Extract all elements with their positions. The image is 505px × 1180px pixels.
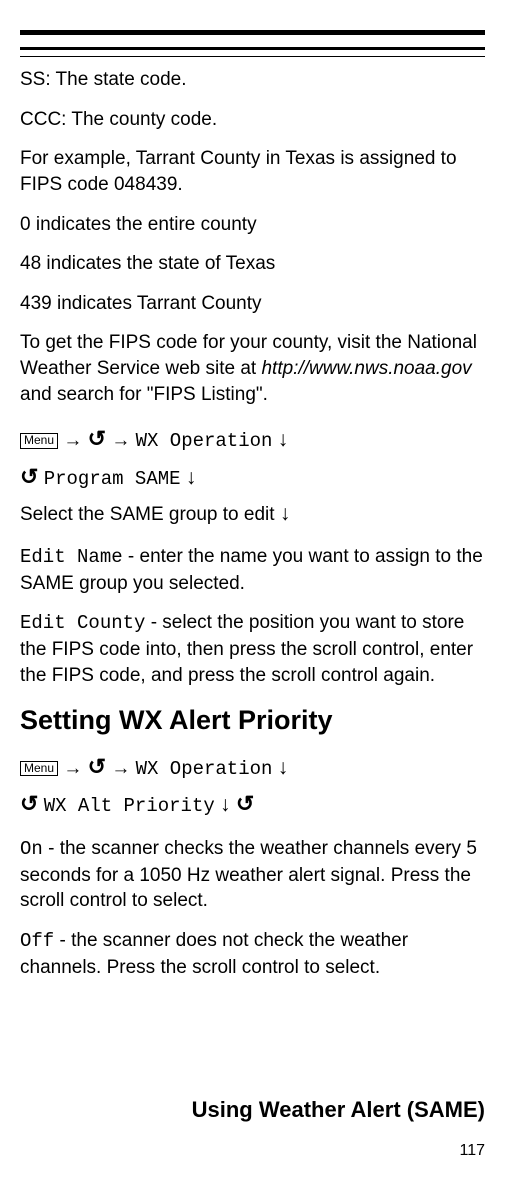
off-desc: - the scanner does not check the weather… <box>20 930 408 978</box>
nav-wx-operation: WX Operation <box>136 430 273 452</box>
edit-name-label: Edit Name <box>20 546 123 568</box>
arrow-down-icon: ↓ <box>220 793 231 816</box>
scroll-icon: ↺ <box>236 786 254 821</box>
para-ss: SS: The state code. <box>20 67 485 93</box>
para-off: Off - the scanner does not check the wea… <box>20 928 485 980</box>
para-fips-lookup: To get the FIPS code for your county, vi… <box>20 330 485 407</box>
arrow-down-icon: ↓ <box>280 502 291 525</box>
para-example: For example, Tarrant County in Texas is … <box>20 146 485 197</box>
nav-select-group: Select the SAME group to edit <box>20 504 275 525</box>
section-heading: Setting WX Alert Priority <box>20 702 485 738</box>
footer-title: Using Weather Alert (SAME) <box>192 1095 485 1125</box>
on-desc: - the scanner checks the weather channel… <box>20 838 477 911</box>
fips-text-b: and search for "FIPS Listing". <box>20 384 268 405</box>
arrow-down-icon: ↓ <box>278 428 289 451</box>
nav-sequence-1: Menu → ↺ → WX Operation ↓ ↺ Program SAME… <box>20 421 485 530</box>
para-on: On - the scanner checks the weather chan… <box>20 836 485 914</box>
top-rule-thin <box>20 56 485 57</box>
nav-program-same: Program SAME <box>44 468 181 490</box>
scroll-icon: ↺ <box>20 459 38 494</box>
nav-sequence-2: Menu → ↺ → WX Operation ↓ ↺ WX Alt Prior… <box>20 749 485 822</box>
arrow-right-icon: → <box>111 758 130 779</box>
nav-wx-operation-2: WX Operation <box>136 758 273 780</box>
arrow-right-icon: → <box>63 758 82 779</box>
para-48: 48 indicates the state of Texas <box>20 251 485 277</box>
menu-button-icon: Menu <box>20 761 58 776</box>
top-rule-mid <box>20 47 485 50</box>
para-zero: 0 indicates the entire county <box>20 212 485 238</box>
scroll-icon: ↺ <box>20 786 38 821</box>
para-439: 439 indicates Tarrant County <box>20 291 485 317</box>
arrow-down-icon: ↓ <box>186 466 197 489</box>
scroll-icon: ↺ <box>88 749 106 784</box>
nav-alt-priority: WX Alt Priority <box>44 795 215 817</box>
on-label: On <box>20 838 43 860</box>
scroll-icon: ↺ <box>88 421 106 456</box>
top-rule-thick <box>20 30 485 35</box>
page-number: 117 <box>459 1140 485 1162</box>
arrow-right-icon: → <box>111 430 130 451</box>
arrow-down-icon: ↓ <box>278 756 289 779</box>
edit-county-label: Edit County <box>20 612 145 634</box>
para-edit-name: Edit Name - enter the name you want to a… <box>20 544 485 596</box>
nws-url: http://www.nws.noaa.gov <box>261 358 471 379</box>
para-ccc: CCC: The county code. <box>20 107 485 133</box>
para-edit-county: Edit County - select the position you wa… <box>20 610 485 688</box>
arrow-right-icon: → <box>63 430 82 451</box>
menu-button-icon: Menu <box>20 433 58 448</box>
off-label: Off <box>20 930 54 952</box>
